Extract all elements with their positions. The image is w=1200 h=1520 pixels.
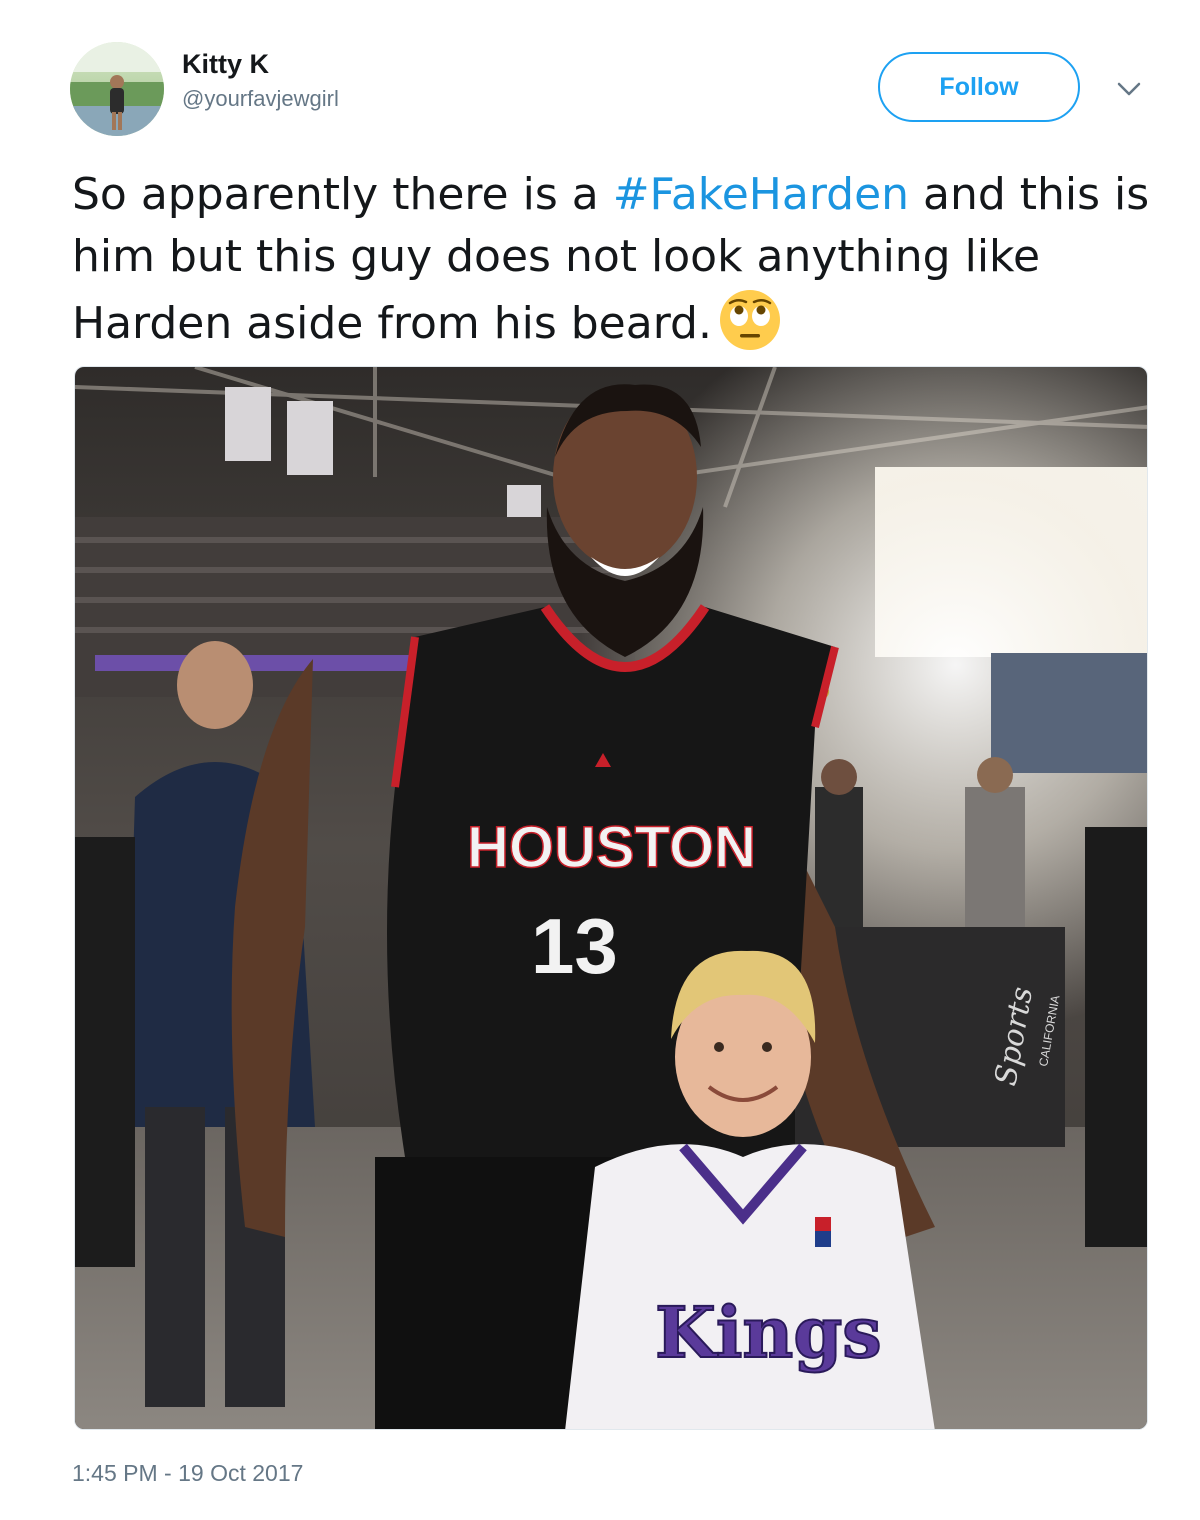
chevron-down-icon[interactable] xyxy=(1114,74,1144,104)
kid-jersey-team: Kings xyxy=(655,1291,882,1374)
tweet-text-part: So apparently there is a xyxy=(72,169,613,220)
tweet-text: So apparently there is a #FakeHarden and… xyxy=(72,164,1162,355)
jersey-number: 13 xyxy=(531,902,618,990)
user-handle[interactable]: @yourfavjewgirl xyxy=(182,84,339,114)
user-info: Kitty K @yourfavjewgirl xyxy=(182,48,339,114)
tweet-timestamp[interactable]: 1:45 PM - 19 Oct 2017 xyxy=(72,1460,303,1487)
rolling-eyes-emoji-icon xyxy=(718,288,782,352)
avatar[interactable] xyxy=(70,42,164,136)
tweet-header: Kitty K @yourfavjewgirl Follow xyxy=(70,38,1160,136)
hashtag-link[interactable]: #FakeHarden xyxy=(613,169,909,220)
display-name[interactable]: Kitty K xyxy=(182,48,339,80)
tweet-card: Kitty K @yourfavjewgirl Follow So appare… xyxy=(0,0,1200,1520)
jersey-team: HOUSTON xyxy=(467,815,756,880)
follow-button[interactable]: Follow xyxy=(878,52,1080,122)
tweet-photo[interactable]: Sports Sports CALIFORNIA xyxy=(74,366,1148,1430)
